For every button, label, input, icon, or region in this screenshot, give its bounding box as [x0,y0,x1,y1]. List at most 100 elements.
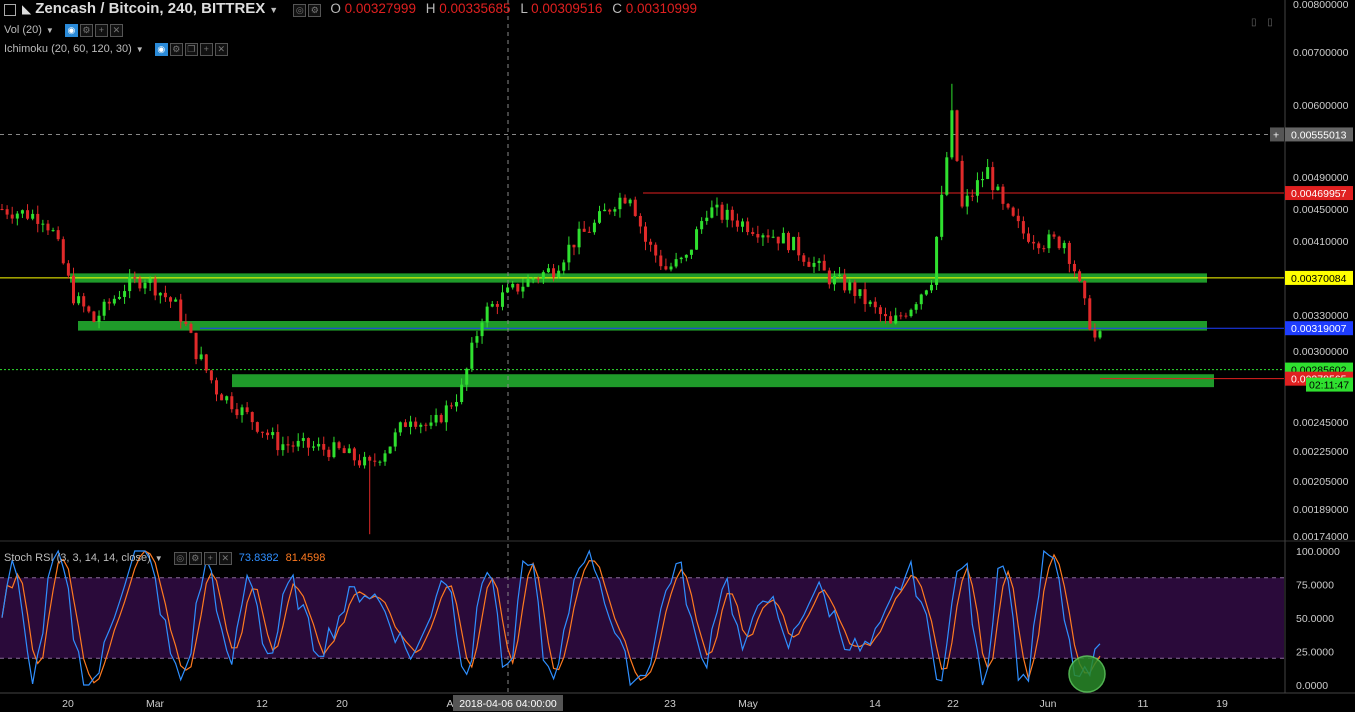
candle [695,226,699,250]
candle [61,236,65,265]
candle [255,421,259,434]
chevron-down-icon[interactable]: ▼ [136,45,144,54]
stoch-tick-label: 50.0000 [1296,613,1334,625]
volume-buttons: ◉ ⚙ + ✕ [64,23,125,37]
volume-legend: Vol (20) ▼ ◉ ⚙ + ✕ [4,23,125,38]
collapse-pane-icon[interactable]: ▯ [1251,17,1257,28]
price-level-label: 0.00370084 [1291,273,1347,285]
price-level-label: 0.00319007 [1291,323,1347,335]
menu-icon[interactable] [4,4,16,17]
price-tick-label: 0.00700000 [1293,47,1349,59]
symbol-flag-icon: ◣ [22,2,32,16]
stoch-tick-label: 0.0000 [1296,680,1328,692]
pane-controls: ▯ ▯ [1251,17,1273,28]
gear-icon[interactable]: ⚙ [308,3,322,17]
price-tick-label: 0.00800000 [1293,0,1349,11]
time-tick-label: 11 [1138,698,1149,710]
open-value: 0.00327999 [344,1,416,16]
close-icon[interactable]: ✕ [214,42,228,56]
crosshair-price-label: 0.00555013 [1291,129,1347,141]
stoch-tick-label: 100.0000 [1296,546,1340,558]
candle [633,196,637,217]
low-value: 0.00309516 [531,1,603,16]
candle [189,322,193,334]
add-icon[interactable]: + [203,551,217,565]
stoch-label[interactable]: Stoch RSI (3, 3, 14, 14, close) [4,552,151,564]
chevron-down-icon[interactable]: ▼ [269,5,278,15]
candle [960,155,964,209]
price-tick-label: 0.00600000 [1293,100,1349,112]
ichimoku-buttons: ◉ ⚙ ❐ + ✕ [154,42,230,56]
add-icon[interactable]: + [199,42,213,56]
time-tick-label: 14 [869,698,881,710]
close-label: C [612,1,622,16]
close-icon[interactable]: ✕ [109,23,123,37]
stoch-tick-label: 25.0000 [1296,647,1334,659]
candle [1088,294,1092,331]
gear-icon[interactable]: ⚙ [169,42,183,56]
candle [1078,269,1082,283]
chevron-down-icon[interactable]: ▼ [46,26,54,35]
volume-label[interactable]: Vol (20) [4,24,42,36]
price-tick-label: 0.00330000 [1293,310,1349,322]
stoch-legend: Stoch RSI (3, 3, 14, 14, close) ▼ ◎ ⚙ + ✕ 73… [4,551,325,566]
support-zone [232,374,1214,388]
candle [935,236,939,290]
chevron-down-icon[interactable]: ▼ [155,554,163,563]
price-tick-label: 0.00205000 [1293,476,1349,488]
symbol-title[interactable]: Zencash / Bitcoin, 240, BITTREX [35,0,265,17]
ohlc-values: O 0.00327999 H 0.00335685 L 0.00309516 C… [330,1,697,16]
price-tick-label: 0.00450000 [1293,204,1349,216]
price-tick-label: 0.00174000 [1293,531,1349,543]
legend-header: ◣ Zencash / Bitcoin, 240, BITTREX ▼ ◎ ⚙ O 0… [4,0,697,18]
gear-icon[interactable]: ⚙ [79,23,93,37]
support-zone [78,321,1207,331]
highlight-circle [1068,655,1106,693]
high-label: H [425,1,436,16]
candle [786,231,790,253]
time-tick-label: Mar [146,698,165,710]
candle [792,236,796,251]
close-icon[interactable]: ✕ [218,551,232,565]
ichimoku-legend: Ichimoku (20, 60, 120, 30) ▼ ◉ ⚙ ❐ + ✕ [4,42,230,57]
copy-icon[interactable]: ❐ [184,42,198,56]
time-tick-label: Jun [1040,698,1057,710]
price-tick-label: 0.00410000 [1293,236,1349,248]
crosshair-date-label: 2018-04-06 04:00:00 [459,698,557,710]
maximize-pane-icon[interactable]: ▯ [1267,17,1273,28]
eye-icon[interactable]: ◉ [64,23,78,37]
stoch-tick-label: 75.0000 [1296,580,1334,592]
ichimoku-label[interactable]: Ichimoku (20, 60, 120, 30) [4,43,132,55]
candle [1011,206,1015,217]
hide-icon[interactable]: ◎ [293,3,307,17]
time-tick-label: A [446,698,453,710]
high-value: 0.00335685 [439,1,511,16]
price-tick-label: 0.00189000 [1293,504,1349,516]
crosshair-add-icon: + [1273,129,1279,141]
time-tick-label: May [738,698,759,710]
candle [955,109,959,162]
candle [1057,235,1061,250]
price-tick-label: 0.00245000 [1293,417,1349,429]
candle [92,310,96,323]
price-chart[interactable]: 0.00800000 0.00700000 0.00600000 0.00490000… [0,0,1355,712]
stoch-d-value: 81.4598 [285,552,326,564]
close-value: 0.00310999 [625,1,698,16]
time-tick-label: 20 [336,698,348,710]
price-tick-label: 0.00300000 [1293,346,1349,358]
time-tick-label: 23 [664,698,676,710]
countdown-label: 02:11:47 [1309,380,1349,392]
price-tick-label: 0.00490000 [1293,172,1349,184]
open-label: O [330,1,341,16]
time-tick-label: 20 [62,698,74,710]
eye-icon[interactable]: ◉ [154,42,168,56]
low-label: L [520,1,528,16]
stoch-band [0,577,1284,659]
gear-icon[interactable]: ⚙ [188,551,202,565]
add-icon[interactable]: + [94,23,108,37]
time-tick-label: 12 [256,698,268,710]
eye-icon[interactable]: ◎ [173,551,187,565]
header-buttons: ◎ ⚙ [293,3,323,17]
time-tick-label: 22 [947,698,959,710]
stoch-buttons: ◎ ⚙ + ✕ [173,551,234,565]
